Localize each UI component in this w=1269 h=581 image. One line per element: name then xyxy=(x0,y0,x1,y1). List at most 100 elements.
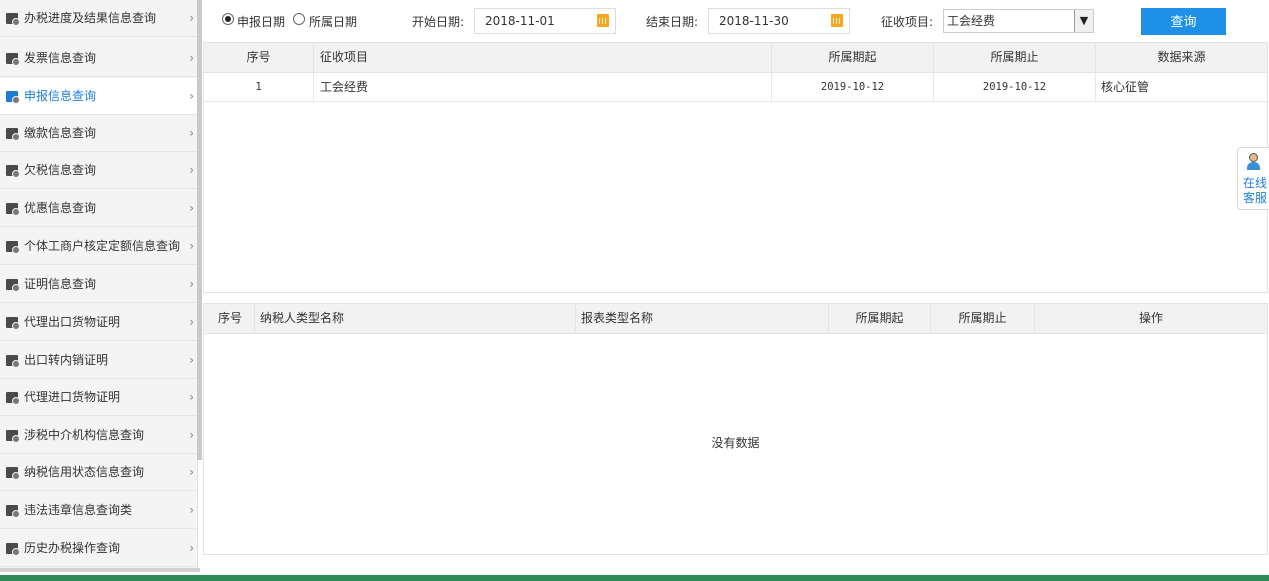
sidebar-menu: 办税进度及结果信息查询 › 发票信息查询 › 申报信息查询 › 缴款信息查询 ›… xyxy=(0,0,198,572)
start-date-input[interactable]: 2018-11-01 xyxy=(474,8,616,34)
sidebar-item-certificate[interactable]: 证明信息查询 › xyxy=(0,266,197,303)
declaration-icon xyxy=(6,91,20,104)
export-icon xyxy=(6,317,20,330)
sidebar-item-label: 代理出口货物证明 xyxy=(24,315,121,329)
end-date-input[interactable]: 2018-11-30 xyxy=(708,8,850,34)
sidebar-item-label: 欠税信息查询 xyxy=(24,163,97,177)
table-cell: 1 xyxy=(204,73,314,101)
sidebar-item-import[interactable]: 代理进口货物证明 › xyxy=(0,379,197,416)
sidebar-item-label: 优惠信息查询 xyxy=(24,201,97,215)
chevron-right-icon: › xyxy=(189,390,194,404)
sidebar-item-label: 出口转内销证明 xyxy=(24,353,109,367)
sidebar-item-label: 历史办税操作查询 xyxy=(24,541,121,555)
column-header: 序号 xyxy=(204,304,255,333)
sidebar-item-declaration[interactable]: 申报信息查询 › xyxy=(0,78,197,115)
column-header: 纳税人类型名称 xyxy=(255,304,576,333)
column-header: 所属期止 xyxy=(931,304,1035,333)
sidebar-item-progress[interactable]: 办税进度及结果信息查询 › xyxy=(0,0,197,37)
column-header: 征收项目 xyxy=(314,43,772,72)
query-button[interactable]: 查询 xyxy=(1141,8,1226,35)
chevron-right-icon: › xyxy=(189,541,194,555)
sidebar-item-quota[interactable]: 个体工商户核定定额信息查询 › xyxy=(0,228,197,265)
item-select-value: 工会经费 xyxy=(947,14,996,28)
radio-declare-date-label: 申报日期 xyxy=(237,15,286,29)
table-row[interactable]: 1 工会经费 2019-10-12 2019-10-12 核心征管 xyxy=(204,73,1267,102)
column-header: 数据来源 xyxy=(1157,50,1206,64)
online-service-button[interactable]: 在线客服 xyxy=(1237,147,1269,210)
sidebar-item-domestic-sale[interactable]: 出口转内销证明 › xyxy=(0,342,197,379)
filter-bar: 申报日期 所属日期 开始日期: 2018-11-01 结束日期: 2018-11… xyxy=(203,0,1269,42)
chevron-right-icon: › xyxy=(189,315,194,329)
history-icon xyxy=(6,543,20,556)
end-date-label: 结束日期: xyxy=(646,15,699,29)
column-header: 所属期止 xyxy=(934,43,1096,72)
chevron-right-icon: › xyxy=(189,126,194,140)
sidebar-scrollbar[interactable] xyxy=(197,0,202,460)
agency-icon xyxy=(6,430,20,443)
column-header: 序号 xyxy=(204,43,314,72)
start-date-value: 2018-11-01 xyxy=(485,14,555,28)
declaration-table: 序号 征收项目 所属期起 所属期止 数据来源 1 工会经费 2019-10-12… xyxy=(203,42,1268,293)
sidebar-item-export[interactable]: 代理出口货物证明 › xyxy=(0,304,197,341)
progress-icon xyxy=(6,13,20,26)
violation-icon xyxy=(6,505,20,518)
sidebar-item-label: 发票信息查询 xyxy=(24,51,97,65)
sidebar-item-label: 证明信息查询 xyxy=(24,277,97,291)
radio-period-date[interactable] xyxy=(293,13,305,25)
chevron-right-icon: › xyxy=(189,428,194,442)
sidebar-item-label: 办税进度及结果信息查询 xyxy=(24,11,157,25)
online-service-label: 在线客服 xyxy=(1242,176,1267,205)
sidebar-horizontal-scrollbar[interactable] xyxy=(0,568,200,572)
chevron-right-icon: › xyxy=(189,239,194,253)
sidebar-item-label: 违法违章信息查询类 xyxy=(24,503,133,517)
chevron-right-icon: › xyxy=(189,201,194,215)
arrears-icon xyxy=(6,165,20,178)
import-icon xyxy=(6,392,20,405)
customer-service-icon xyxy=(1246,153,1261,170)
chevron-right-icon: › xyxy=(189,51,194,65)
item-label: 征收项目: xyxy=(881,15,934,29)
certificate-icon xyxy=(6,279,20,292)
sidebar-item-history[interactable]: 历史办税操作查询 › xyxy=(0,530,197,567)
sidebar-item-payment[interactable]: 缴款信息查询 › xyxy=(0,115,197,152)
quota-icon xyxy=(6,241,20,254)
chevron-right-icon: › xyxy=(189,11,194,25)
chevron-right-icon: › xyxy=(189,353,194,367)
calendar-icon[interactable] xyxy=(597,14,609,27)
calendar-icon[interactable] xyxy=(831,14,843,27)
table-cell: 核心征管 xyxy=(1101,80,1150,94)
discount-icon xyxy=(6,203,20,216)
sidebar-item-label: 纳税信用状态信息查询 xyxy=(24,465,145,479)
empty-state: 没有数据 xyxy=(711,436,760,450)
column-header: 操作 xyxy=(1138,311,1163,325)
sidebar-item-agency[interactable]: 涉税中介机构信息查询 › xyxy=(0,417,197,454)
table-cell: 工会经费 xyxy=(314,73,772,101)
start-date-label: 开始日期: xyxy=(412,15,465,29)
table-header: 序号 纳税人类型名称 报表类型名称 所属期起 所属期止 操作 xyxy=(204,304,1267,334)
sidebar-item-invoice[interactable]: 发票信息查询 › xyxy=(0,40,197,77)
credit-icon xyxy=(6,467,20,480)
domestic-sale-icon xyxy=(6,355,20,368)
chevron-down-icon[interactable]: ▼ xyxy=(1074,10,1093,32)
sidebar-item-credit[interactable]: 纳税信用状态信息查询 › xyxy=(0,454,197,491)
chevron-right-icon: › xyxy=(189,465,194,479)
chevron-right-icon: › xyxy=(189,89,194,103)
report-table: 序号 纳税人类型名称 报表类型名称 所属期起 所属期止 操作 没有数据 xyxy=(203,303,1268,555)
sidebar-item-discount[interactable]: 优惠信息查询 › xyxy=(0,190,197,227)
sidebar-item-violation[interactable]: 违法违章信息查询类 › xyxy=(0,492,197,529)
table-cell: 2019-10-12 xyxy=(934,73,1096,101)
sidebar-item-label: 涉税中介机构信息查询 xyxy=(24,428,145,442)
sidebar-item-label: 缴款信息查询 xyxy=(24,126,97,140)
bottom-divider xyxy=(0,575,1269,581)
radio-declare-date[interactable] xyxy=(222,13,234,25)
column-header: 所属期起 xyxy=(829,304,931,333)
item-select[interactable]: 工会经费 ▼ xyxy=(943,9,1094,33)
chevron-right-icon: › xyxy=(189,503,194,517)
column-header: 所属期起 xyxy=(772,43,934,72)
sidebar-item-arrears[interactable]: 欠税信息查询 › xyxy=(0,152,197,189)
chevron-right-icon: › xyxy=(189,163,194,177)
radio-period-date-label: 所属日期 xyxy=(309,15,358,29)
sidebar-item-label: 代理进口货物证明 xyxy=(24,390,121,404)
payment-icon xyxy=(6,128,20,141)
chevron-right-icon: › xyxy=(189,277,194,291)
